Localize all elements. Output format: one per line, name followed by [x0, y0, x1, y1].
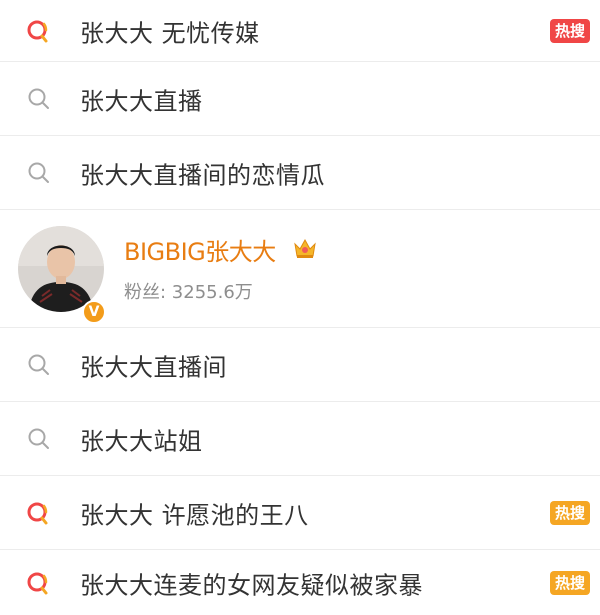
- suggestion-text: 张大大连麦的女网友疑似被家暴: [80, 571, 423, 599]
- fans-count: 粉丝: 3255.6万: [124, 282, 253, 303]
- search-icon: [28, 162, 49, 183]
- search-icon: [28, 88, 49, 109]
- suggestion-row[interactable]: 张大大站姐: [0, 402, 600, 476]
- search-icon: [28, 428, 49, 449]
- hot-search-icon: [27, 502, 48, 524]
- verified-badge: V: [82, 300, 106, 324]
- suggestion-row[interactable]: 张大大直播间: [0, 328, 600, 402]
- crown-icon: [294, 238, 316, 258]
- suggestion-text: 张大大直播: [80, 87, 203, 115]
- hot-badge: 热搜: [549, 18, 590, 43]
- suggestion-row[interactable]: 张大大 无忧传媒 热搜: [0, 0, 600, 62]
- avatar: [18, 226, 104, 312]
- hot-search-icon: [27, 20, 48, 42]
- suggestion-text: 张大大 许愿池的王八: [80, 501, 309, 529]
- hot-badge: 热搜: [549, 500, 590, 525]
- suggestion-row[interactable]: 张大大 许愿池的王八 热搜: [0, 476, 600, 550]
- suggestion-row[interactable]: 张大大直播: [0, 62, 600, 136]
- search-icon: [28, 354, 49, 375]
- hot-badge: 热搜: [549, 570, 590, 595]
- user-name: BIGBIG张大大: [124, 238, 276, 266]
- suggestion-text: 张大大站姐: [80, 427, 203, 455]
- suggestion-text: 张大大直播间的恋情瓜: [80, 161, 325, 189]
- suggestion-row[interactable]: 张大大连麦的女网友疑似被家暴 热搜: [0, 550, 600, 615]
- search-suggestion-list: 张大大 无忧传媒 热搜 张大大直播 张大大直播间的恋情瓜 V BIGBIG张大大…: [0, 0, 600, 615]
- suggestion-row[interactable]: 张大大直播间的恋情瓜: [0, 136, 600, 210]
- suggestion-text: 张大大直播间: [80, 353, 227, 381]
- user-result-row[interactable]: V BIGBIG张大大 粉丝: 3255.6万: [0, 210, 600, 328]
- suggestion-text: 张大大 无忧传媒: [80, 19, 260, 47]
- hot-search-icon: [27, 572, 48, 594]
